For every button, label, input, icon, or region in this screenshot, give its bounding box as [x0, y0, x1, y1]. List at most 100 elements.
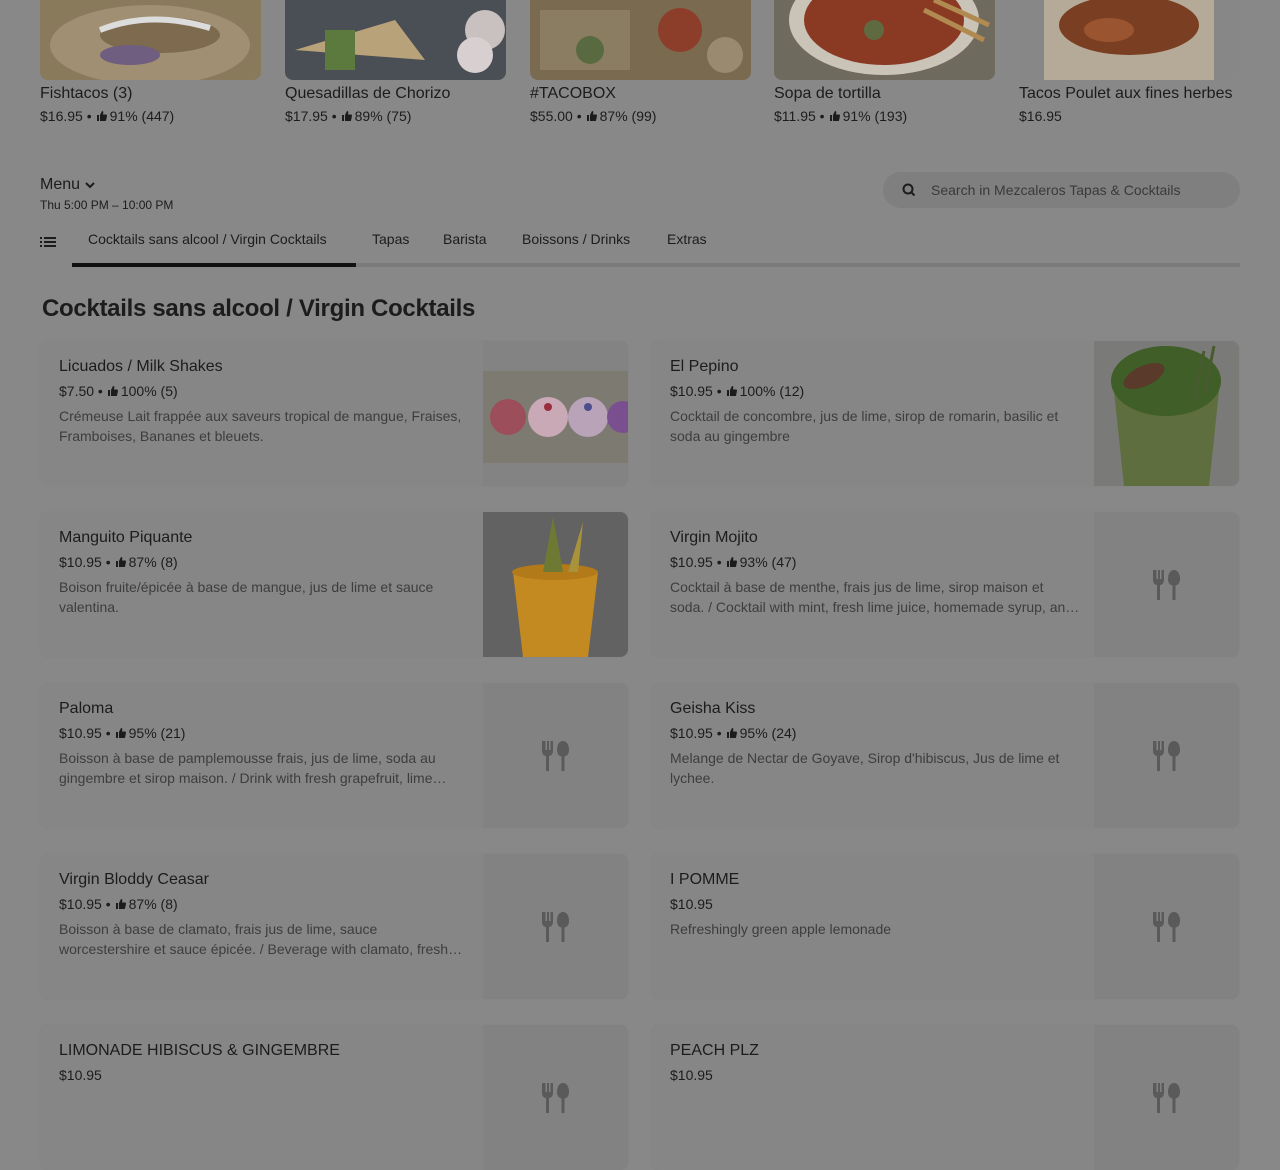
menu-item-card[interactable]: Paloma $10.95 • 95% (21) Boisson à base de …: [40, 683, 628, 828]
menu-item-rating: 87% (8): [128, 896, 178, 912]
menu-item-image[interactable]: [483, 341, 628, 486]
menu-item-meta: $10.95 • 93% (47): [670, 553, 1080, 571]
menu-hours: Thu 5:00 PM – 10:00 PM: [40, 198, 174, 212]
menu-item-name: I POMME: [670, 871, 740, 888]
menu-item-image[interactable]: [1094, 341, 1239, 486]
featured-items-row: Fishtacos (3) $16.95 • 91% (447) Quesadil…: [40, 0, 1240, 150]
featured-item-rating: 91% (447): [109, 108, 175, 124]
featured-item[interactable]: Tacos Poulet aux fines herbes $16.95: [1019, 0, 1240, 125]
menu-item-name: LIMONADE HIBISCUS & GINGEMBRE: [59, 1042, 340, 1059]
menu-item-body: Geisha Kiss $10.95 • 95% (24) Melange de Ne…: [670, 699, 1080, 788]
featured-item-name[interactable]: #TACOBOX: [530, 84, 751, 104]
menu-item-card[interactable]: LIMONADE HIBISCUS & GINGEMBRE $10.95: [40, 1025, 628, 1170]
featured-item-name[interactable]: Sopa de tortilla: [774, 84, 995, 104]
menu-item-card[interactable]: Manguito Piquante $10.95 • 87% (8) Boison f…: [40, 512, 628, 657]
menu-item-description: Boisson à base de clamato, frais jus de …: [59, 921, 449, 957]
search-icon: [902, 183, 916, 197]
tab-tapas[interactable]: Tapas: [372, 231, 409, 247]
featured-item-price: $11.95: [774, 108, 816, 124]
tab-extras[interactable]: Extras: [667, 231, 707, 247]
menu-item-image[interactable]: [1094, 854, 1239, 999]
featured-item-image[interactable]: [285, 0, 506, 80]
menu-item-price: $7.50: [59, 383, 95, 399]
menu-item-price: $10.95: [59, 896, 102, 912]
featured-item-name[interactable]: Quesadillas de Chorizo: [285, 84, 506, 104]
menu-item-body: El Pepino $10.95 • 100% (12) Cocktail de co…: [670, 357, 1080, 446]
menu-item-card[interactable]: El Pepino $10.95 • 100% (12) Cocktail de co…: [651, 341, 1239, 486]
menu-item-price: $10.95: [670, 383, 713, 399]
menu-item-card[interactable]: Virgin Bloddy Ceasar $10.95 • 87% (8) Boiss…: [40, 854, 628, 999]
menu-item-description: Crémeuse Lait frappée aux saveurs tropic…: [59, 408, 462, 444]
menu-item-rating: 100% (5): [120, 383, 178, 399]
featured-item-rating: 87% (99): [599, 108, 657, 124]
menu-item-price: $10.95: [59, 1067, 102, 1083]
menu-item-image[interactable]: [1094, 683, 1239, 828]
menu-item-name: Virgin Mojito: [670, 529, 758, 546]
menu-item-meta: $10.95: [59, 1066, 469, 1084]
thumbs-up-icon: [107, 386, 118, 396]
thumbs-up-icon: [726, 557, 737, 567]
menu-item-image[interactable]: [1094, 1025, 1239, 1170]
menu-item-body: LIMONADE HIBISCUS & GINGEMBRE $10.95: [59, 1041, 469, 1084]
menu-item-image[interactable]: [483, 1025, 628, 1170]
list-icon[interactable]: [40, 234, 56, 250]
featured-item-rating: 91% (193): [842, 108, 908, 124]
menu-item-card[interactable]: Geisha Kiss $10.95 • 95% (24) Melange de Ne…: [651, 683, 1239, 828]
featured-item[interactable]: #TACOBOX $55.00 • 87% (99): [530, 0, 751, 125]
featured-item-image[interactable]: [774, 0, 995, 80]
tab-barista[interactable]: Barista: [443, 231, 487, 247]
menu-item-card[interactable]: Virgin Mojito $10.95 • 93% (47) Cocktail à …: [651, 512, 1239, 657]
menu-item-body: I POMME $10.95 Refreshingly green apple le…: [670, 870, 1080, 939]
utensils-icon: [1152, 740, 1180, 771]
menu-item-name: Licuados / Milk Shakes: [59, 358, 223, 375]
thumbs-up-icon: [115, 899, 126, 909]
menu-item-image[interactable]: [483, 512, 628, 657]
menu-item-meta: $10.95 • 95% (21): [59, 724, 469, 742]
menu-title[interactable]: Menu: [40, 176, 80, 194]
menu-item-description: Melange de Nectar de Goyave, Sirop d'hib…: [670, 750, 1060, 786]
utensils-icon: [1152, 569, 1180, 600]
chevron-down-icon[interactable]: [84, 179, 96, 191]
menu-item-rating: 87% (8): [128, 554, 178, 570]
search-input[interactable]: [931, 182, 1221, 198]
menu-item-image[interactable]: [1094, 512, 1239, 657]
category-tabs: Cocktails sans alcool / Virgin Cocktails…: [40, 228, 1240, 270]
featured-item[interactable]: Quesadillas de Chorizo $17.95 • 89% (75): [285, 0, 506, 125]
thumbs-up-icon: [115, 728, 126, 738]
menu-item-body: PEACH PLZ $10.95: [670, 1041, 1080, 1084]
tab-drinks[interactable]: Boissons / Drinks: [522, 231, 630, 247]
menu-item-name: Geisha Kiss: [670, 700, 756, 717]
menu-item-body: Virgin Bloddy Ceasar $10.95 • 87% (8) Boiss…: [59, 870, 469, 959]
menu-item-card[interactable]: PEACH PLZ $10.95: [651, 1025, 1239, 1170]
featured-item[interactable]: Sopa de tortilla $11.95 • 91% (193): [774, 0, 995, 125]
featured-item-image[interactable]: [1019, 0, 1240, 80]
featured-item[interactable]: Fishtacos (3) $16.95 • 91% (447): [40, 0, 261, 125]
featured-item-name[interactable]: Tacos Poulet aux fines herbes: [1019, 84, 1240, 104]
menu-item-meta: $10.95 • 87% (8): [59, 553, 469, 571]
menu-item-name: PEACH PLZ: [670, 1042, 759, 1059]
utensils-icon: [541, 740, 569, 771]
thumbs-up-icon: [96, 111, 107, 121]
separator: •: [712, 383, 722, 399]
menu-item-price: $10.95: [670, 554, 713, 570]
search-bar[interactable]: [883, 172, 1240, 208]
menu-item-description: Refreshingly green apple lemonade: [670, 921, 892, 937]
menu-item-card[interactable]: I POMME $10.95 Refreshingly green apple le…: [651, 854, 1239, 999]
featured-item-name[interactable]: Fishtacos (3): [40, 84, 261, 104]
tab-virgin-cocktails[interactable]: Cocktails sans alcool / Virgin Cocktails: [88, 231, 327, 247]
menu-item-image[interactable]: [483, 683, 628, 828]
separator: •: [94, 383, 103, 399]
featured-item-meta: $16.95: [1019, 107, 1240, 125]
menu-item-card[interactable]: Licuados / Milk Shakes $7.50 • 100% (5) Cré…: [40, 341, 628, 486]
menu-dropdown[interactable]: Menu: [40, 176, 173, 194]
menu-item-body: Virgin Mojito $10.95 • 93% (47) Cocktail à …: [670, 528, 1080, 617]
featured-item-price: $16.95: [1019, 108, 1062, 124]
menu-item-description: Cocktail de concombre, jus de lime, siro…: [670, 408, 1059, 444]
menu-item-body: Manguito Piquante $10.95 • 87% (8) Boison f…: [59, 528, 469, 617]
menu-item-image[interactable]: [483, 854, 628, 999]
utensils-icon: [1152, 911, 1180, 942]
menu-item-name: Paloma: [59, 700, 114, 717]
featured-item-image[interactable]: [530, 0, 751, 80]
menu-item-price: $10.95: [670, 1067, 713, 1083]
featured-item-image[interactable]: [40, 0, 261, 80]
